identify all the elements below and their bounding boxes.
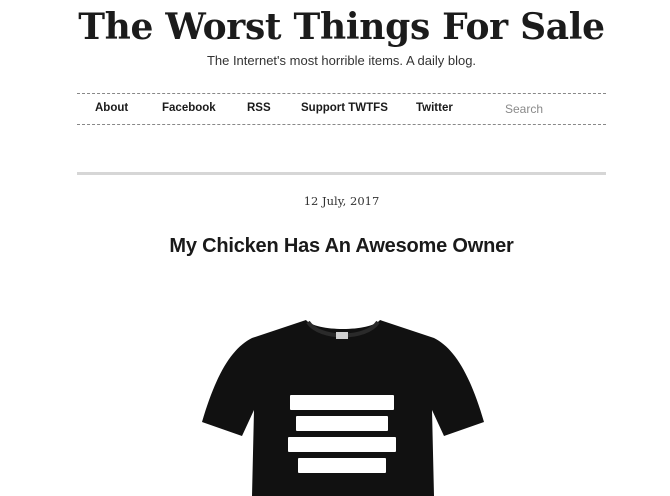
nav-item-facebook[interactable]: Facebook	[162, 94, 216, 124]
product-image[interactable]	[198, 318, 488, 496]
header-divider	[77, 172, 606, 175]
search-input[interactable]	[501, 99, 609, 119]
post-date: 12 July, 2017	[303, 194, 380, 208]
nav-item-twitter[interactable]: Twitter	[416, 94, 453, 124]
nav-item-about[interactable]: About	[95, 94, 128, 124]
nav-item-rss[interactable]: RSS	[247, 94, 271, 124]
tshirt-image	[202, 320, 484, 496]
post-title[interactable]: My Chicken Has An Awesome Owner	[0, 232, 670, 260]
nav-item-support-twtfs[interactable]: Support TWTFS	[301, 94, 388, 124]
site-title[interactable]: The Worst Things For Sale	[0, 4, 670, 50]
tshirt-tag	[336, 332, 348, 339]
main-nav: About Facebook RSS Support TWTFS Twitter	[77, 93, 609, 125]
site-tagline: The Internet's most horrible items. A da…	[206, 53, 477, 68]
